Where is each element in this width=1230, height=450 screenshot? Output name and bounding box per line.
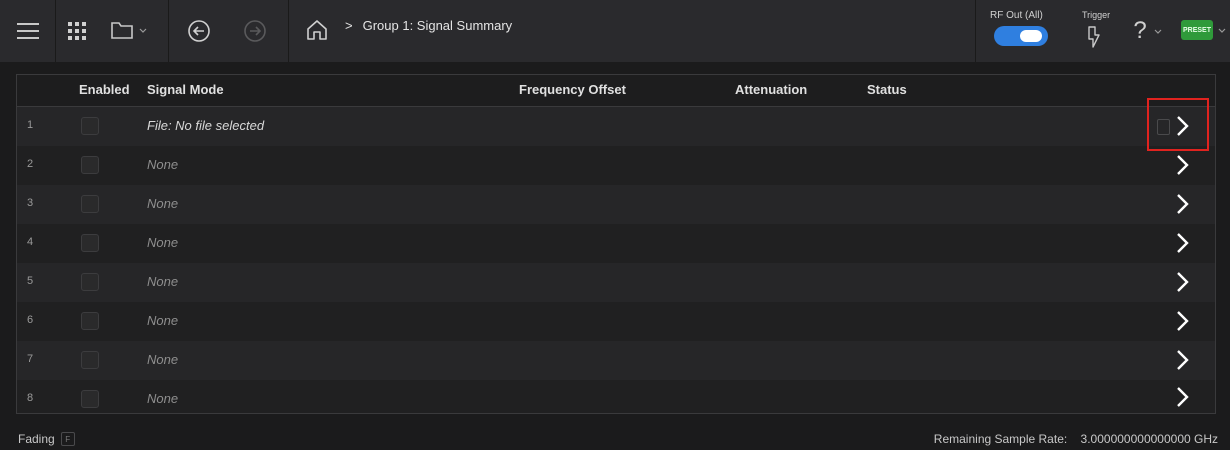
header-attenuation: Attenuation xyxy=(735,82,808,97)
status-bar: Fading F Remaining Sample Rate: 3.000000… xyxy=(0,422,1230,450)
breadcrumb-separator: > xyxy=(345,18,353,33)
enabled-checkbox[interactable] xyxy=(81,351,99,369)
toolbar-divider xyxy=(288,0,289,62)
signal-mode-cell: None xyxy=(147,352,179,367)
toggle-knob xyxy=(1020,30,1042,42)
enabled-checkbox[interactable] xyxy=(81,117,99,135)
home-icon[interactable] xyxy=(304,17,330,43)
hamburger-menu-icon[interactable] xyxy=(16,20,40,42)
chevron-right-icon[interactable] xyxy=(1171,152,1193,178)
enabled-checkbox[interactable] xyxy=(81,234,99,252)
signal-mode-cell: None xyxy=(147,313,179,328)
signal-mode-cell: None xyxy=(147,274,179,289)
header-status: Status xyxy=(867,82,907,97)
row-number: 4 xyxy=(27,236,34,248)
enabled-checkbox[interactable] xyxy=(81,390,99,408)
fading-control[interactable]: Fading F xyxy=(18,432,75,446)
rf-out-toggle[interactable] xyxy=(994,26,1048,46)
chevron-right-icon[interactable] xyxy=(1171,191,1193,217)
row-number: 7 xyxy=(27,353,34,365)
preset-button[interactable]: PRESET xyxy=(1181,20,1213,40)
chevron-right-icon[interactable] xyxy=(1171,384,1193,410)
remaining-sample-rate-value: 3.000000000000000 GHz xyxy=(1080,432,1218,446)
header-frequency-offset: Frequency Offset xyxy=(519,82,626,97)
grid-apps-icon[interactable] xyxy=(66,20,88,42)
row-number: 3 xyxy=(27,197,34,209)
toolbar-divider xyxy=(55,0,56,62)
signal-summary-table: Enabled Signal Mode Frequency Offset Att… xyxy=(16,74,1216,414)
fading-label: Fading xyxy=(18,432,55,446)
chevron-down-icon[interactable] xyxy=(1216,24,1228,36)
breadcrumb: > Group 1: Signal Summary xyxy=(345,18,512,33)
table-row[interactable]: 3 None xyxy=(17,185,1215,224)
signal-mode-cell: None xyxy=(147,391,179,406)
row-number: 1 xyxy=(27,119,34,131)
folder-icon[interactable] xyxy=(110,18,152,42)
forward-arrow-icon[interactable] xyxy=(242,18,268,44)
chevron-right-icon[interactable] xyxy=(1171,308,1193,334)
header-signal-mode: Signal Mode xyxy=(147,82,224,97)
signal-mode-cell: None xyxy=(147,196,179,211)
table-row[interactable]: 4 None xyxy=(17,224,1215,263)
chevron-right-icon[interactable] xyxy=(1171,347,1193,373)
toolbar-divider xyxy=(168,0,169,62)
enabled-checkbox[interactable] xyxy=(81,156,99,174)
help-icon: ? xyxy=(1133,17,1147,44)
table-row[interactable]: 6 None xyxy=(17,302,1215,341)
enabled-checkbox[interactable] xyxy=(81,312,99,330)
rf-out-label: RF Out (All) xyxy=(990,10,1043,21)
remaining-sample-rate-label: Remaining Sample Rate: xyxy=(933,432,1068,446)
header-enabled: Enabled xyxy=(79,82,130,97)
highlight-box xyxy=(1147,98,1209,151)
signal-mode-cell: None xyxy=(147,235,179,250)
chevron-down-icon xyxy=(1154,29,1162,34)
signal-mode-cell: File: No file selected xyxy=(147,118,265,133)
enabled-checkbox[interactable] xyxy=(81,195,99,213)
signal-mode-cell: None xyxy=(147,157,179,172)
row-number: 5 xyxy=(27,275,34,287)
table-header: Enabled Signal Mode Frequency Offset Att… xyxy=(17,75,1215,107)
table-row[interactable]: 5 None xyxy=(17,263,1215,302)
table-row[interactable]: 8 None xyxy=(17,380,1215,413)
trigger-label: Trigger xyxy=(1082,10,1111,20)
row-number: 2 xyxy=(27,158,34,170)
toolbar-divider xyxy=(975,0,976,62)
enabled-checkbox[interactable] xyxy=(81,273,99,291)
preset-label: PRESET xyxy=(1182,26,1211,34)
remaining-sample-rate: Remaining Sample Rate: 3.000000000000000… xyxy=(934,432,1218,446)
table-row[interactable]: 7 None xyxy=(17,341,1215,380)
fading-indicator: F xyxy=(60,432,75,446)
toolbar: > Group 1: Signal Summary RF Out (All) T… xyxy=(0,0,1230,62)
table-row[interactable]: 2 None xyxy=(17,146,1215,185)
back-arrow-icon[interactable] xyxy=(186,18,212,44)
row-number: 8 xyxy=(27,392,34,404)
table-row[interactable]: 1 File: No file selected xyxy=(17,107,1215,146)
page-title: Group 1: Signal Summary xyxy=(362,18,513,33)
chevron-right-icon[interactable] xyxy=(1171,230,1193,256)
trigger-icon[interactable] xyxy=(1084,24,1106,50)
row-number: 6 xyxy=(27,314,34,326)
chevron-right-icon[interactable] xyxy=(1171,269,1193,295)
help-menu[interactable]: ? xyxy=(1128,16,1168,46)
